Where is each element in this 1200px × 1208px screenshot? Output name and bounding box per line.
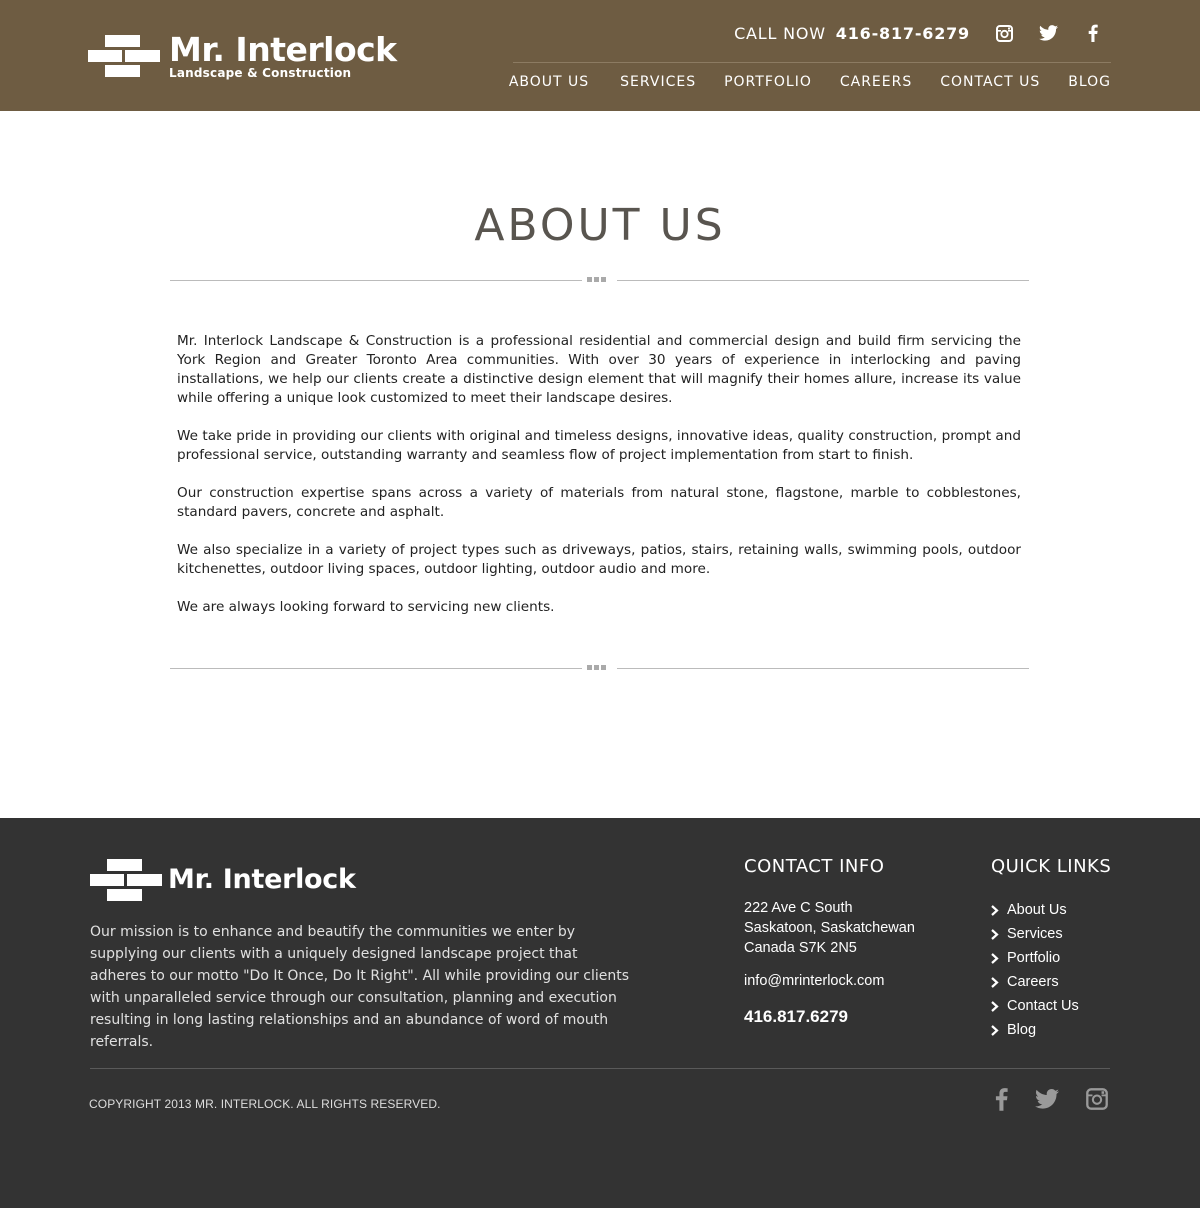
quick-link-label: Contact Us xyxy=(1007,998,1079,1014)
about-paragraph: Our construction expertise spans across … xyxy=(177,485,1021,520)
nav-careers[interactable]: CAREERS xyxy=(840,74,912,90)
section-divider-top xyxy=(170,277,1029,285)
quick-links-list: About Us Services Portfolio Careers Cont… xyxy=(991,898,1079,1042)
quick-link-label: Services xyxy=(1007,926,1063,942)
chevron-right-icon xyxy=(991,1000,1001,1012)
chevron-right-icon xyxy=(991,952,1001,964)
address-line: Canada S7K 2N5 xyxy=(744,940,857,956)
call-now-label: CALL NOW xyxy=(734,24,826,43)
quick-link-portfolio[interactable]: Portfolio xyxy=(991,946,1079,970)
quick-links-title: QUICK LINKS xyxy=(991,856,1112,877)
twitter-icon[interactable] xyxy=(1034,1086,1060,1112)
nav-services[interactable]: SERVICES xyxy=(620,74,696,90)
chevron-right-icon xyxy=(991,1024,1001,1036)
page-title: ABOUT US xyxy=(474,200,726,251)
nav-blog[interactable]: BLOG xyxy=(1068,74,1111,90)
twitter-icon[interactable] xyxy=(1037,22,1059,44)
footer-logo[interactable]: Mr. Interlock xyxy=(90,858,356,901)
instagram-icon[interactable] xyxy=(1084,1086,1110,1112)
site-footer: Mr. Interlock Our mission is to enhance … xyxy=(0,818,1200,1208)
quick-link-label: About Us xyxy=(1007,902,1067,918)
quick-link-label: Blog xyxy=(1007,1022,1037,1038)
footer-logo-name: Mr. Interlock xyxy=(168,864,356,895)
main-nav: ABOUT US SERVICES PORTFOLIO CAREERS CONT… xyxy=(481,74,1111,90)
quick-link-about-us[interactable]: About Us xyxy=(991,898,1079,922)
nav-contact-us[interactable]: CONTACT US xyxy=(940,74,1040,90)
contact-phone[interactable]: 416.817.6279 xyxy=(744,1007,848,1027)
quick-link-services[interactable]: Services xyxy=(991,922,1079,946)
site-header: Mr. Interlock Landscape & Construction C… xyxy=(0,0,1200,111)
address: 222 Ave C South Saskatoon, Saskatchewan … xyxy=(744,898,915,958)
chevron-right-icon xyxy=(991,976,1001,988)
facebook-icon[interactable] xyxy=(988,1086,1014,1112)
quick-link-label: Portfolio xyxy=(1007,950,1061,966)
brick-logo-icon xyxy=(88,35,160,77)
about-paragraph: Mr. Interlock Landscape & Construction i… xyxy=(177,333,1021,406)
facebook-icon[interactable] xyxy=(1082,22,1104,44)
contact-email-link[interactable]: info@mrinterlock.com xyxy=(744,973,884,989)
header-divider xyxy=(513,62,1111,63)
quick-link-careers[interactable]: Careers xyxy=(991,970,1079,994)
instagram-icon[interactable] xyxy=(993,22,1015,44)
copyright-text: COPYRIGHT 2013 MR. INTERLOCK. ALL RIGHTS… xyxy=(89,1097,441,1111)
footer-divider xyxy=(90,1068,1110,1069)
call-now: CALL NOW 416-817-6279 xyxy=(734,24,970,43)
nav-about-us[interactable]: ABOUT US xyxy=(509,74,589,90)
address-line: 222 Ave C South xyxy=(744,900,853,916)
brick-logo-icon xyxy=(90,859,162,901)
nav-portfolio[interactable]: PORTFOLIO xyxy=(724,74,812,90)
mission-statement: Our mission is to enhance and beautify t… xyxy=(90,924,630,1050)
chevron-right-icon xyxy=(991,928,1001,940)
about-paragraph: We are always looking forward to servici… xyxy=(177,599,555,615)
quick-link-blog[interactable]: Blog xyxy=(991,1018,1079,1042)
call-now-number[interactable]: 416-817-6279 xyxy=(836,24,970,43)
about-paragraph: We take pride in providing our clients w… xyxy=(177,428,1021,463)
about-paragraph: We also specialize in a variety of proje… xyxy=(177,542,1021,577)
chevron-right-icon xyxy=(991,904,1001,916)
logo-name: Mr. Interlock xyxy=(169,30,397,69)
site-logo[interactable]: Mr. Interlock Landscape & Construction xyxy=(88,30,397,80)
quick-link-contact-us[interactable]: Contact Us xyxy=(991,994,1079,1018)
about-content: Mr. Interlock Landscape & Construction i… xyxy=(177,332,1021,636)
section-divider-bottom xyxy=(170,665,1029,673)
quick-link-label: Careers xyxy=(1007,974,1059,990)
contact-info-title: CONTACT INFO xyxy=(744,856,885,877)
address-line: Saskatoon, Saskatchewan xyxy=(744,920,915,936)
